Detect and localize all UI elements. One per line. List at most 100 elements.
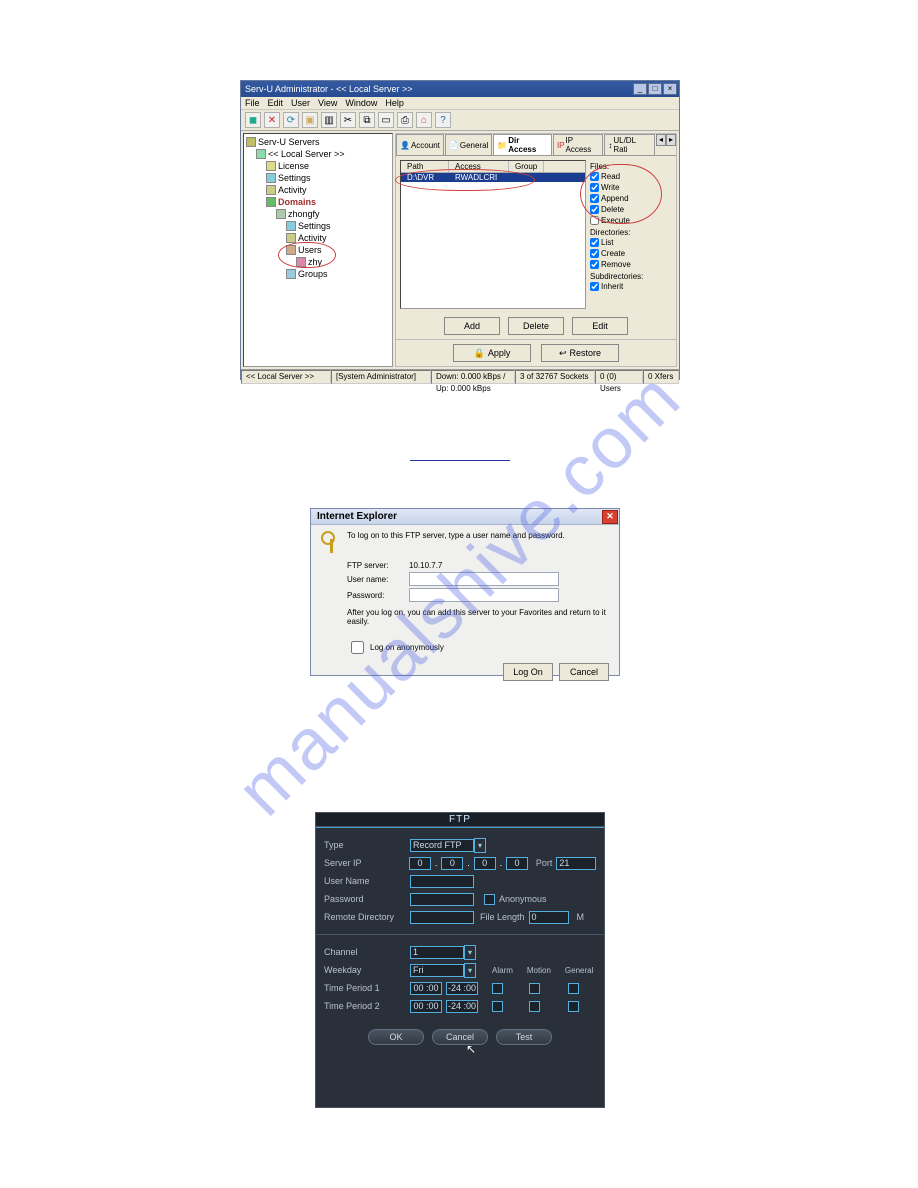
username-input[interactable] xyxy=(410,875,474,888)
perm-inherit[interactable]: Inherit xyxy=(590,281,672,292)
annotation-circle-row xyxy=(395,169,535,191)
tab-account-label: Account xyxy=(411,141,440,150)
tree-d-settings[interactable]: Settings xyxy=(298,220,331,232)
tree-domain[interactable]: zhongfy xyxy=(288,208,320,220)
tab-uldl[interactable]: ↕UL/DL Rati xyxy=(604,134,655,155)
close-button[interactable]: × xyxy=(663,83,677,95)
tp1-motion-checkbox[interactable] xyxy=(529,983,540,994)
tree-activity[interactable]: Activity xyxy=(278,184,307,196)
toolbar-btn-refresh[interactable]: ⟳ xyxy=(283,112,299,128)
tab-general[interactable]: 📄General xyxy=(445,134,492,155)
maximize-button[interactable]: □ xyxy=(648,83,662,95)
hdr-group[interactable]: Group xyxy=(509,161,544,172)
tree-settings[interactable]: Settings xyxy=(278,172,311,184)
tree-d-groups[interactable]: Groups xyxy=(298,268,328,280)
anonymous-checkbox[interactable] xyxy=(484,894,495,905)
toolbar-btn-print[interactable]: ⎙ xyxy=(397,112,413,128)
weekday-select[interactable]: Fri▾ xyxy=(410,963,476,978)
window-title: Serv-U Administrator - << Local Server >… xyxy=(245,81,413,97)
toolbar-btn-help[interactable]: ? xyxy=(435,112,451,128)
type-select[interactable]: Record FTP▾ xyxy=(410,838,486,853)
tp2-alarm-checkbox[interactable] xyxy=(492,1001,503,1012)
dir-buttons: Add Delete Edit xyxy=(396,313,676,339)
tree-domains[interactable]: Domains xyxy=(278,196,316,208)
tp2-start[interactable]: 00 :00 xyxy=(410,1000,442,1013)
tree-pane[interactable]: Serv-U Servers << Local Server >> Licens… xyxy=(243,133,393,367)
toolbar-btn-folder[interactable]: ▣ xyxy=(302,112,318,128)
remote-dir-input[interactable] xyxy=(410,911,474,924)
menu-user[interactable]: User xyxy=(291,98,310,108)
channel-select[interactable]: 1▾ xyxy=(410,945,476,960)
channel-label: Channel xyxy=(324,947,406,957)
ok-button[interactable]: OK xyxy=(368,1029,424,1045)
tab-account[interactable]: 👤Account xyxy=(396,134,444,155)
tp2-general-checkbox[interactable] xyxy=(568,1001,579,1012)
tp2-motion-checkbox[interactable] xyxy=(529,1001,540,1012)
password-input[interactable] xyxy=(409,588,559,602)
tab-diraccess[interactable]: 📁Dir Access xyxy=(493,134,552,155)
toolbar-btn-copy[interactable]: ⧉ xyxy=(359,112,375,128)
toolbar-btn-5[interactable]: ▥ xyxy=(321,112,337,128)
menu-window[interactable]: Window xyxy=(345,98,377,108)
anon-row[interactable]: Log on anonymously xyxy=(347,638,609,657)
toolbar-btn-cut[interactable]: ✂ xyxy=(340,112,356,128)
close-button[interactable]: ✕ xyxy=(602,510,618,524)
username-input[interactable] xyxy=(409,572,559,586)
tab-nav-left[interactable]: ◂ xyxy=(656,134,666,146)
divider xyxy=(316,934,604,935)
anon-checkbox[interactable] xyxy=(351,641,364,654)
dropdown-icon: ▾ xyxy=(474,838,486,853)
dialog-buttons: OK Cancel Test xyxy=(316,1029,604,1045)
tree-license[interactable]: License xyxy=(278,160,309,172)
ie-login-dialog: Internet Explorer ✕ To log on to this FT… xyxy=(310,508,620,676)
perm-list-label: List xyxy=(601,237,613,248)
ftp-server-label: FTP server: xyxy=(347,561,409,570)
menu-file[interactable]: File xyxy=(245,98,260,108)
tp2-end[interactable]: -24 :00 xyxy=(446,1000,478,1013)
apply-button[interactable]: 🔒Apply xyxy=(453,344,531,362)
toolbar-btn-1[interactable]: ◼ xyxy=(245,112,261,128)
menu-edit[interactable]: Edit xyxy=(268,98,284,108)
tp1-alarm-checkbox[interactable] xyxy=(492,983,503,994)
add-button[interactable]: Add xyxy=(444,317,500,335)
perm-list[interactable]: List xyxy=(590,237,672,248)
restore-button[interactable]: ↩Restore xyxy=(541,344,619,362)
test-button[interactable]: Test xyxy=(496,1029,552,1045)
subdirs-group-label: Subdirectories: xyxy=(590,272,672,281)
password-input[interactable] xyxy=(410,893,474,906)
type-value: Record FTP xyxy=(410,839,474,852)
tp1-end[interactable]: -24 :00 xyxy=(446,982,478,995)
apply-restore-row: 🔒Apply ↩Restore xyxy=(396,339,676,366)
cancel-button[interactable]: Cancel xyxy=(559,663,609,681)
ip-seg-3[interactable]: 0 xyxy=(474,857,496,870)
delete-button[interactable]: Delete xyxy=(508,317,564,335)
tab-ipaccess[interactable]: IPIP Access xyxy=(553,134,603,155)
toolbar-btn-home[interactable]: ⌂ xyxy=(416,112,432,128)
toolbar-btn-paste[interactable]: ▭ xyxy=(378,112,394,128)
right-pane: 👤Account 📄General 📁Dir Access IPIP Acces… xyxy=(395,133,677,367)
instruction-text: To log on to this FTP server, type a use… xyxy=(347,531,565,540)
minimize-button[interactable]: _ xyxy=(633,83,647,95)
tab-ipaccess-label: IP Access xyxy=(566,136,600,154)
ip-seg-1[interactable]: 0 xyxy=(409,857,431,870)
ip-seg-4[interactable]: 0 xyxy=(506,857,528,870)
perm-remove[interactable]: Remove xyxy=(590,259,672,270)
col-motion: Motion xyxy=(527,966,551,975)
perm-create[interactable]: Create xyxy=(590,248,672,259)
cancel-button[interactable]: Cancel xyxy=(432,1029,488,1045)
titlebar: Serv-U Administrator - << Local Server >… xyxy=(241,81,679,97)
menu-view[interactable]: View xyxy=(318,98,337,108)
toolbar-btn-delete[interactable]: ✕ xyxy=(264,112,280,128)
menu-help[interactable]: Help xyxy=(385,98,404,108)
tab-nav-right[interactable]: ▸ xyxy=(666,134,676,146)
port-input[interactable]: 21 xyxy=(556,857,596,870)
tp1-start[interactable]: 00 :00 xyxy=(410,982,442,995)
tree-root[interactable]: Serv-U Servers xyxy=(258,136,320,148)
tree-localserver[interactable]: << Local Server >> xyxy=(268,148,345,160)
tp1-general-checkbox[interactable] xyxy=(568,983,579,994)
ip-seg-2[interactable]: 0 xyxy=(441,857,463,870)
logon-button[interactable]: Log On xyxy=(503,663,553,681)
edit-button[interactable]: Edit xyxy=(572,317,628,335)
dir-access-list[interactable]: Path Access Group D:\DVR RWADLCRI xyxy=(400,160,586,309)
filelen-input[interactable]: 0 xyxy=(529,911,569,924)
